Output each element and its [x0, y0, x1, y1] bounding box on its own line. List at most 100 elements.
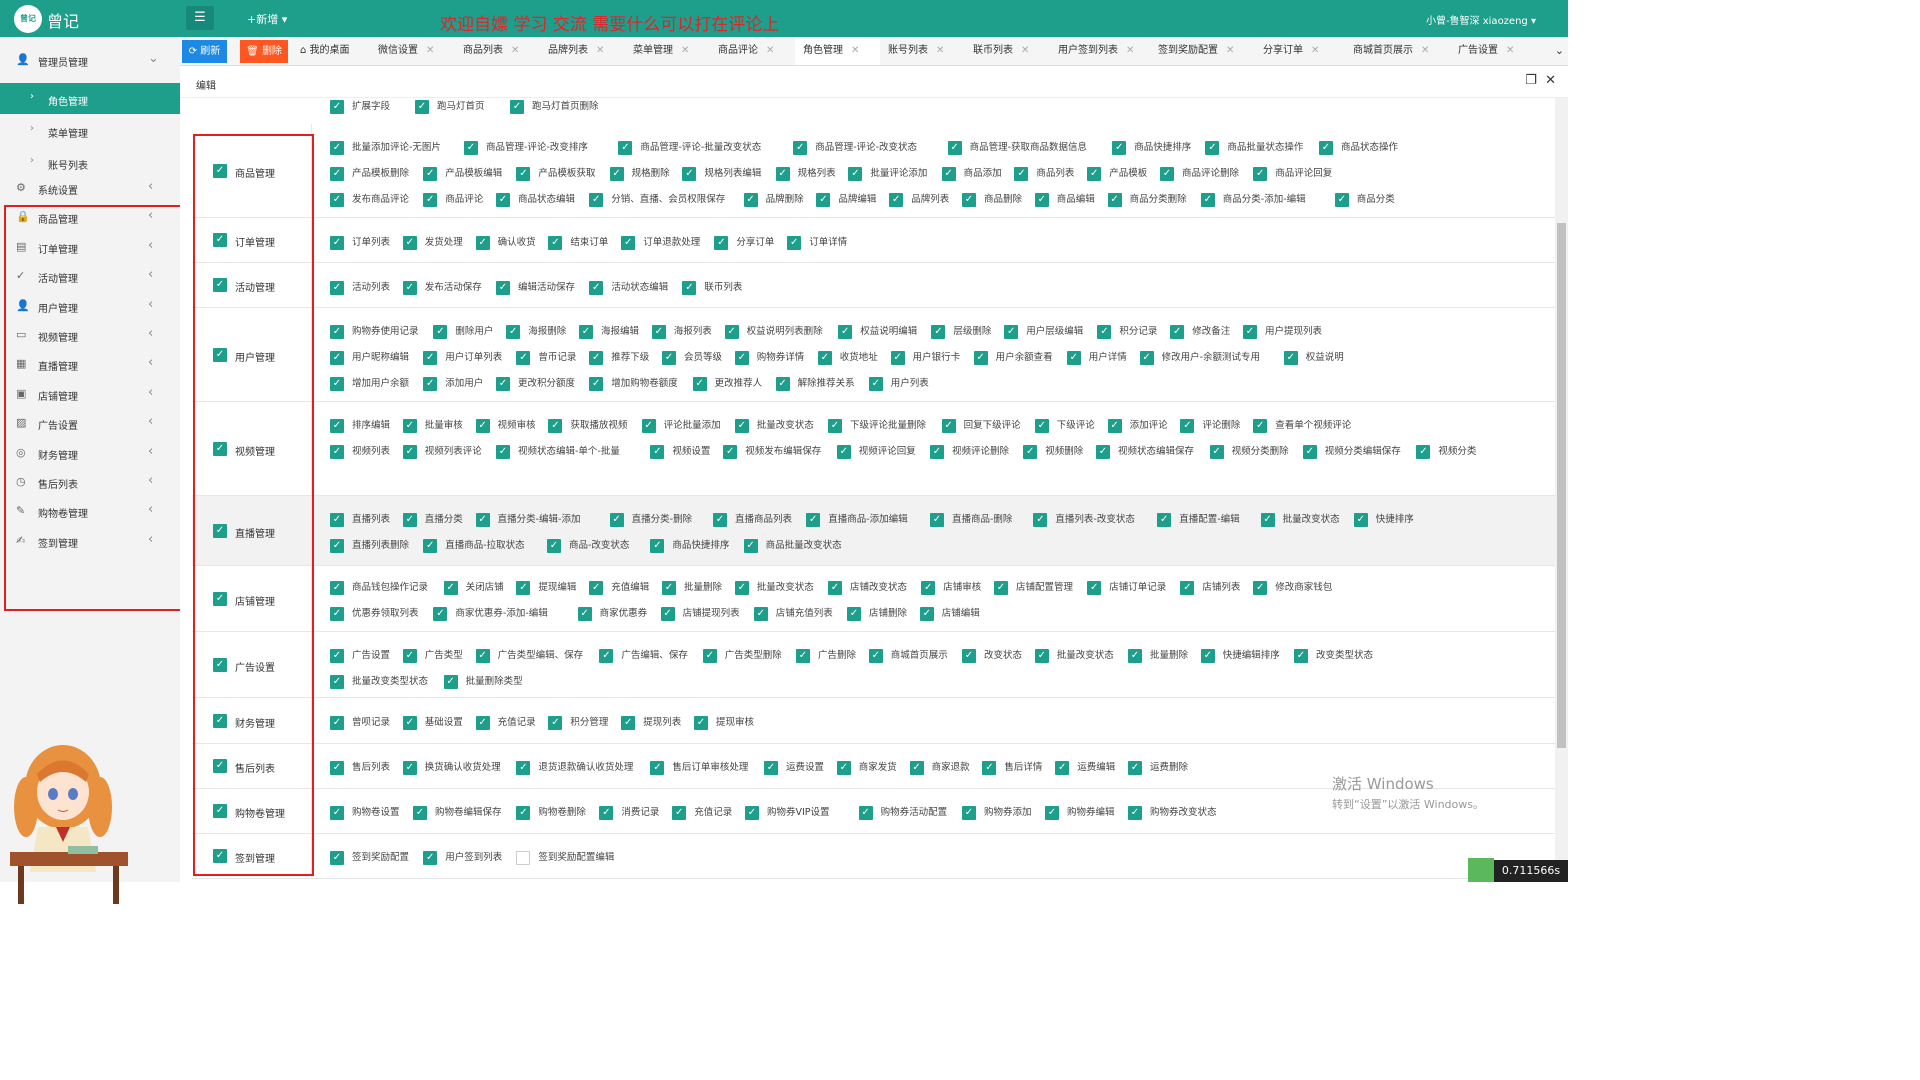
- checkbox[interactable]: ✓: [919, 606, 934, 621]
- permission-item[interactable]: ✓ 规格列表编辑: [682, 165, 761, 181]
- checkbox[interactable]: ✓: [330, 538, 344, 553]
- permission-item[interactable]: ✓ 商品删除: [962, 191, 1022, 207]
- permission-item[interactable]: ✓ 快捷编辑排序: [1200, 647, 1280, 663]
- checkbox[interactable]: ✓: [931, 324, 946, 339]
- checkbox[interactable]: ✓: [330, 418, 344, 433]
- checkbox[interactable]: ✓: [1004, 324, 1019, 339]
- checkbox[interactable]: ✓: [330, 280, 344, 295]
- checkbox[interactable]: ✓: [868, 376, 883, 391]
- permission-item[interactable]: ✓ 批量改变类型状态: [330, 673, 428, 689]
- checkbox[interactable]: ✓: [506, 324, 521, 339]
- permission-item[interactable]: ✓ 推荐下级: [589, 349, 649, 365]
- permission-item[interactable]: ✓ 视频状态编辑-单个-批量: [496, 443, 620, 459]
- permission-item[interactable]: ✓ 广告类型: [402, 647, 463, 663]
- permission-item[interactable]: ✓ 店铺充值列表: [753, 605, 833, 621]
- permission-item[interactable]: ✓ 品牌编辑: [816, 191, 876, 207]
- checkbox[interactable]: ✓: [682, 166, 697, 181]
- permission-item[interactable]: ✓ 直播配置-编辑: [1157, 511, 1240, 527]
- checkbox[interactable]: ✓: [775, 376, 790, 391]
- permission-item[interactable]: ✓ 充值记录: [672, 804, 732, 820]
- permission-item[interactable]: ✓ 曾币记录: [516, 349, 576, 365]
- checkbox[interactable]: ✓: [847, 606, 861, 621]
- checkbox[interactable]: ✓: [516, 760, 531, 775]
- app-logo[interactable]: 曾记: [14, 5, 42, 33]
- checkbox[interactable]: ✓: [702, 648, 717, 663]
- permission-item[interactable]: ✓ 产品模板删除: [330, 165, 409, 181]
- permission-item[interactable]: ✓ 换货确认收货处理: [402, 759, 501, 775]
- permission-item[interactable]: ✓ 直播列表删除: [330, 537, 409, 553]
- permission-item[interactable]: ✓ 产品模板获取: [516, 165, 595, 181]
- permission-item[interactable]: ✓ 商家退款: [909, 759, 970, 775]
- checkbox[interactable]: ✓: [745, 805, 759, 820]
- checkbox[interactable]: ✓: [660, 606, 675, 621]
- checkbox[interactable]: ✓: [548, 715, 563, 730]
- checkbox[interactable]: ✓: [1034, 648, 1049, 663]
- permission-item[interactable]: ✓ 规格删除: [609, 165, 670, 181]
- permission-item[interactable]: ✓ 修改用户-余额测试专用: [1139, 349, 1260, 365]
- checkbox[interactable]: ✓: [858, 805, 873, 820]
- permission-item[interactable]: ✓ 直播分类: [402, 511, 463, 527]
- permission-item[interactable]: ✓ 解除推荐关系: [775, 375, 855, 391]
- checkbox[interactable]: ✓: [1034, 418, 1049, 433]
- permission-item[interactable]: ✓ 积分管理: [548, 714, 608, 730]
- permission-item[interactable]: ✓ 视频设置: [650, 443, 710, 459]
- permission-item[interactable]: ✓ 视频发布编辑保存: [723, 443, 821, 459]
- tab-7[interactable]: 账号列表 ✕: [880, 37, 965, 65]
- permission-item[interactable]: ✓ 下级评论批量删除: [828, 417, 926, 433]
- permission-item[interactable]: ✓ 购物券活动配置: [858, 804, 947, 820]
- checkbox[interactable]: ✓: [589, 280, 604, 295]
- checkbox[interactable]: ✓: [662, 580, 676, 595]
- permission-item[interactable]: ✓ 用户列表: [868, 375, 929, 391]
- checkbox[interactable]: ✓: [330, 715, 344, 730]
- checkbox[interactable]: ✓: [662, 350, 676, 365]
- permission-item[interactable]: ✓ 批量删除: [662, 579, 722, 595]
- close-icon[interactable]: ✕: [1126, 45, 1134, 56]
- checkbox[interactable]: ✓: [330, 350, 344, 365]
- permission-item[interactable]: ✓ 批量改变状态: [1260, 511, 1340, 527]
- permission-item[interactable]: ✓ 批量改变状态: [1034, 647, 1114, 663]
- checkbox[interactable]: ✓: [402, 715, 417, 730]
- permission-item[interactable]: ✓ 优惠券领取列表: [330, 605, 419, 621]
- checkbox[interactable]: ✓: [516, 580, 531, 595]
- tab-10[interactable]: 签到奖励配置 ✕: [1150, 37, 1255, 65]
- scrollbar[interactable]: [1555, 98, 1568, 882]
- permission-item[interactable]: ✓ 编辑活动保存: [496, 279, 575, 295]
- checkbox[interactable]: ✓: [330, 376, 344, 391]
- permission-item[interactable]: ✓ 结束订单: [548, 234, 608, 250]
- permission-item[interactable]: ✓ 用户余额查看: [973, 349, 1053, 365]
- tab-3[interactable]: 品牌列表 ✕: [540, 37, 625, 65]
- permission-item[interactable]: ✓ 修改备注: [1170, 323, 1230, 339]
- permission-item[interactable]: ✓ 运费删除: [1128, 759, 1188, 775]
- checkbox[interactable]: ✓: [947, 140, 962, 155]
- tab-13[interactable]: 广告设置 ✕: [1450, 37, 1545, 65]
- permission-item[interactable]: ✓ 视频列表评论: [402, 443, 482, 459]
- permission-item[interactable]: ✓ 商品快捷排序: [1112, 139, 1191, 155]
- checkbox[interactable]: ✓: [609, 166, 624, 181]
- permission-item[interactable]: ✓ 商家发货: [836, 759, 897, 775]
- permission-item[interactable]: ✓ 商品管理-评论-批量改变状态: [618, 139, 761, 155]
- permission-item[interactable]: ✓ 添加用户: [423, 375, 483, 391]
- checkbox[interactable]: ✓: [402, 760, 417, 775]
- checkbox[interactable]: ✓: [516, 350, 531, 365]
- close-icon[interactable]: ✕: [426, 45, 434, 56]
- permission-item[interactable]: ✓ 商品评论删除: [1160, 165, 1239, 181]
- permission-item[interactable]: ✓ 活动状态编辑: [589, 279, 668, 295]
- checkbox[interactable]: ✓: [402, 444, 417, 459]
- permission-item[interactable]: ✓ 店铺改变状态: [828, 579, 907, 595]
- checkbox[interactable]: ✓: [475, 512, 490, 527]
- permission-item[interactable]: ✓ 海报删除: [506, 323, 566, 339]
- permission-item[interactable]: ✓ 批量删除类型: [443, 673, 523, 689]
- checkbox[interactable]: ✓: [330, 850, 344, 865]
- permission-item[interactable]: ✓ 品牌删除: [743, 191, 804, 207]
- checkbox[interactable]: ✓: [423, 376, 438, 391]
- checkbox[interactable]: ✓: [734, 350, 749, 365]
- user-menu[interactable]: 小曾-鲁智深 xiaozeng ▾: [1426, 12, 1536, 27]
- checkbox[interactable]: ✓: [402, 418, 417, 433]
- permission-item[interactable]: ✓ 商品批量改变状态: [743, 537, 842, 553]
- permission-item[interactable]: ✓ 店铺提现列表: [660, 605, 740, 621]
- menu-toggle-icon[interactable]: ☰: [186, 6, 214, 30]
- permission-item[interactable]: ✓ 消费记录: [599, 804, 659, 820]
- checkbox[interactable]: ✓: [330, 648, 344, 663]
- checkbox[interactable]: ✓: [496, 376, 510, 391]
- checkbox[interactable]: ✓: [423, 850, 438, 865]
